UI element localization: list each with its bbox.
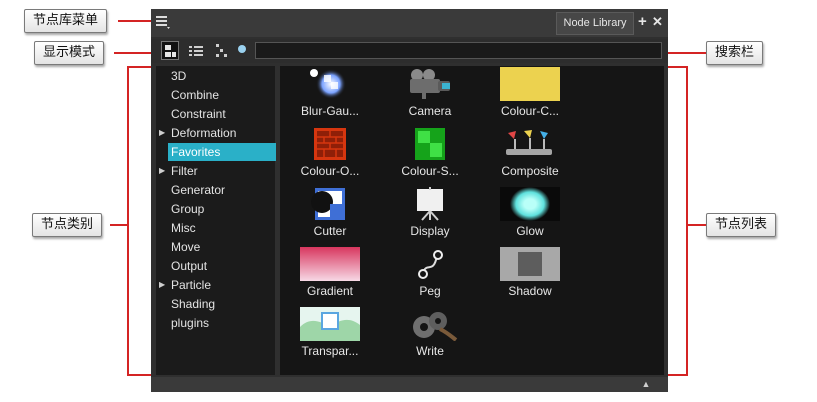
callout-node-library-menu: 节点库菜单	[24, 9, 108, 33]
plus-icon[interactable]: +	[638, 13, 650, 31]
node-item[interactable]: Glow	[485, 187, 575, 243]
colour-screen-icon	[400, 127, 460, 161]
node-item[interactable]: Peg	[385, 247, 475, 303]
node-label: Blur-Gau...	[300, 104, 360, 118]
composite-icon	[500, 127, 560, 161]
callout-search-bar: 搜索栏	[706, 41, 764, 65]
leader-line-search	[668, 52, 706, 54]
node-label: Transpar...	[301, 344, 359, 358]
node-item[interactable]: Colour-S...	[385, 127, 475, 183]
blur-gaussian-icon	[300, 67, 360, 101]
node-label: Composite	[501, 164, 559, 178]
peg-icon	[400, 247, 460, 281]
category-item[interactable]: 3D	[168, 67, 276, 85]
node-label: Write	[416, 344, 444, 358]
node-label: Colour-C...	[500, 104, 559, 118]
node-label: Peg	[419, 284, 441, 298]
category-item[interactable]: Filter	[168, 162, 276, 180]
title-bar: Node Library + ✕	[151, 9, 668, 37]
status-bar: ▲	[151, 377, 668, 392]
bracket-node-list-top	[666, 66, 688, 68]
category-item[interactable]: Combine	[168, 86, 276, 104]
node-item[interactable]: Cutter	[285, 187, 375, 243]
category-item[interactable]: Misc	[168, 219, 276, 237]
category-item[interactable]: Favorites	[168, 143, 276, 161]
bracket-node-list	[686, 66, 688, 376]
node-label: Shadow	[508, 284, 552, 298]
node-label: Glow	[516, 224, 544, 238]
camera-icon	[400, 67, 460, 101]
node-label: Colour-O...	[300, 164, 360, 178]
tab-node-library[interactable]: Node Library	[556, 12, 634, 35]
expand-arrow-icon[interactable]: ▶	[159, 162, 165, 180]
node-item[interactable]: Camera	[385, 67, 475, 123]
expand-arrow-icon[interactable]: ▶	[159, 124, 165, 142]
leader-line-menu	[118, 20, 152, 22]
close-icon[interactable]: ✕	[652, 13, 664, 31]
colour-override-icon	[300, 127, 360, 161]
node-label: Cutter	[313, 224, 347, 238]
node-item[interactable]: Shadow	[485, 247, 575, 303]
category-item[interactable]: plugins	[168, 314, 276, 332]
node-item[interactable]: Write	[385, 307, 475, 363]
shadow-icon	[500, 247, 560, 281]
category-item[interactable]: Particle	[168, 276, 276, 294]
bracket-categories-bottom	[127, 374, 153, 376]
node-label: Gradient	[306, 284, 354, 298]
bracket-categories	[127, 66, 129, 376]
node-categories-list: 3D Combine Constraint ▶ Deformation Favorites…	[156, 66, 276, 375]
gradient-icon	[300, 247, 360, 281]
callout-node-list: 节点列表	[706, 213, 777, 237]
category-item[interactable]: Deformation	[168, 124, 276, 142]
node-list: Blur-Gau... Camera Colour-C... Colour-O..…	[280, 66, 664, 375]
category-item[interactable]: Move	[168, 238, 276, 256]
hamburger-menu-icon[interactable]	[155, 13, 171, 31]
node-item[interactable]: Display	[385, 187, 475, 243]
callout-node-categories: 节点类别	[32, 213, 103, 237]
search-icon	[238, 45, 246, 53]
leader-line-node-list	[686, 224, 706, 226]
node-item[interactable]: Gradient	[285, 247, 375, 303]
node-item[interactable]: Composite	[485, 127, 575, 183]
category-item[interactable]: Shading	[168, 295, 276, 313]
node-label: Camera	[408, 104, 452, 118]
node-item[interactable]: Colour-O...	[285, 127, 375, 183]
node-item[interactable]: Colour-C...	[485, 67, 575, 123]
node-library-panel: Node Library + ✕ 3D Combine Constraint ▶…	[151, 9, 668, 392]
bracket-node-list-bottom	[666, 374, 688, 376]
node-label: Display	[410, 224, 450, 238]
icon-view-button[interactable]	[161, 41, 179, 60]
bracket-categories-top	[127, 66, 153, 68]
category-item[interactable]: Group	[168, 200, 276, 218]
category-item[interactable]: Output	[168, 257, 276, 275]
node-label: Colour-S...	[401, 164, 459, 178]
colour-card-icon	[500, 67, 560, 101]
node-item[interactable]: Blur-Gau...	[285, 67, 375, 123]
node-item[interactable]: Transpar...	[285, 307, 375, 363]
transparency-icon	[300, 307, 360, 341]
toolbar	[151, 39, 668, 63]
glow-icon	[500, 187, 560, 221]
category-item[interactable]: Generator	[168, 181, 276, 199]
write-icon	[400, 307, 460, 342]
cutter-icon	[300, 187, 360, 221]
list-view-button[interactable]	[187, 41, 205, 60]
search-input[interactable]	[255, 42, 662, 59]
tree-view-button[interactable]	[212, 41, 230, 60]
display-icon	[400, 187, 460, 221]
category-item[interactable]: Constraint	[168, 105, 276, 123]
expand-arrow-icon[interactable]: ▶	[159, 276, 165, 294]
callout-display-mode: 显示模式	[34, 41, 105, 65]
collapse-arrow-icon[interactable]: ▲	[636, 379, 656, 390]
leader-line-categories	[110, 224, 129, 226]
